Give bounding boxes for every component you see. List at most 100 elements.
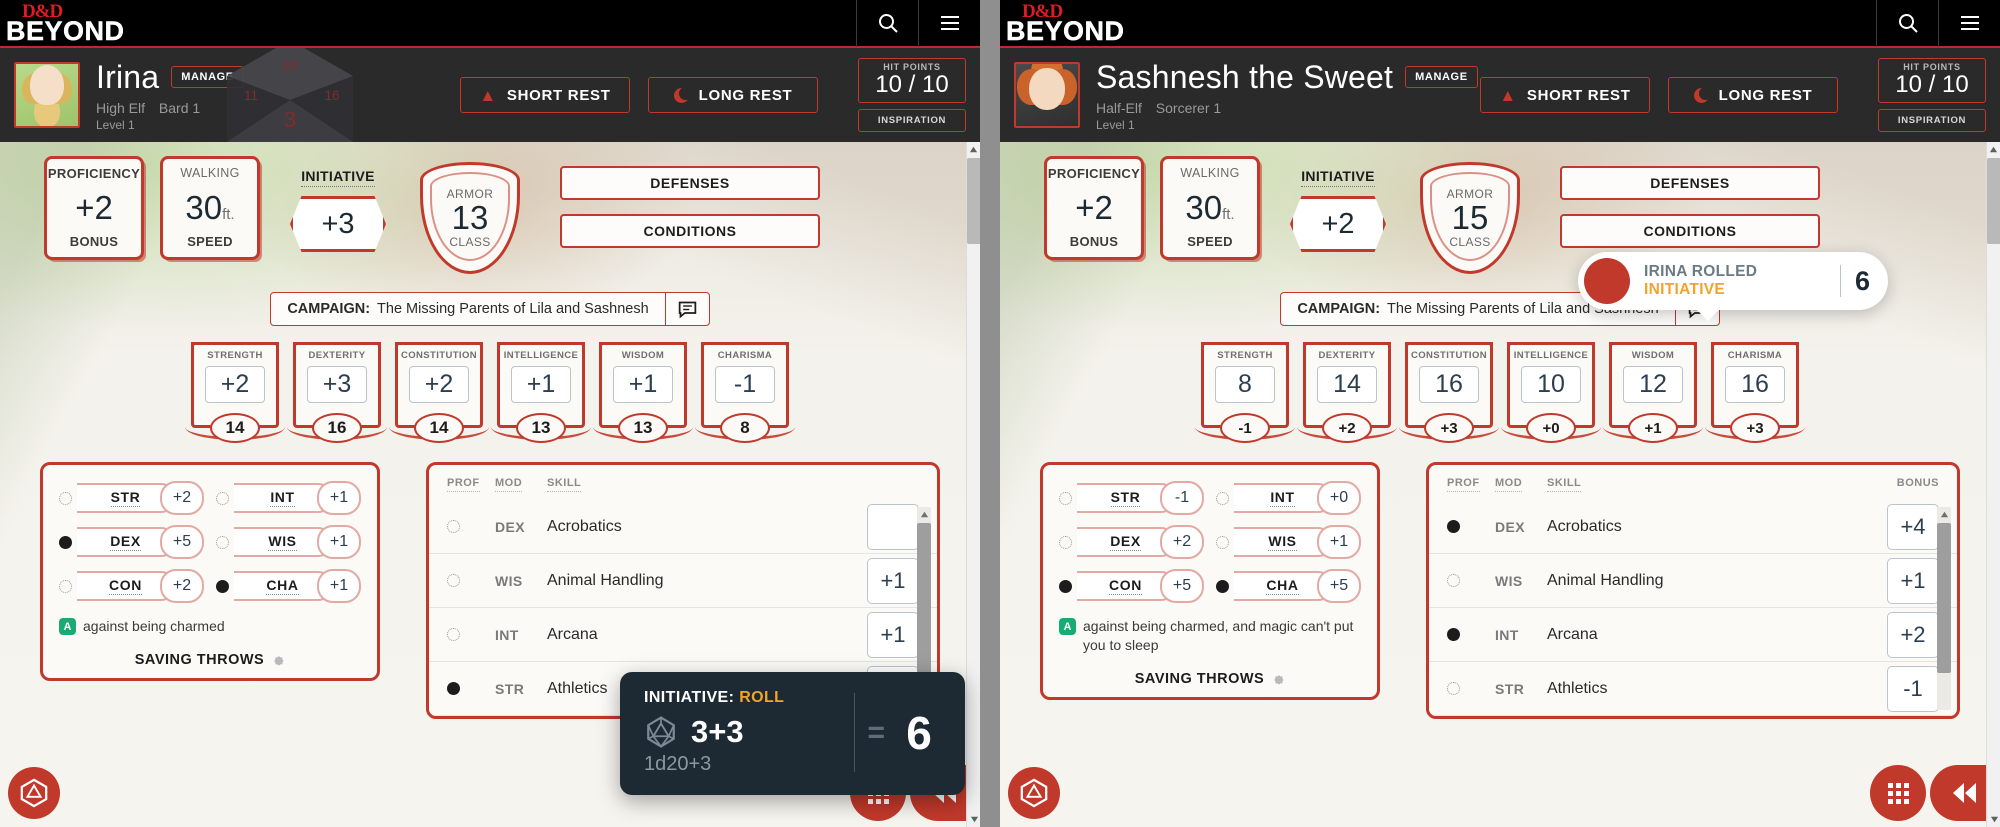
menu-button[interactable] — [1938, 0, 2000, 47]
armor-subtitle: CLASS — [449, 235, 491, 250]
save-cha[interactable]: CHA +5 — [1216, 569, 1361, 603]
table-row[interactable]: STR Athletics -1 — [1429, 662, 1957, 716]
avatar[interactable] — [1014, 62, 1080, 128]
saving-throws-footer[interactable]: SAVING THROWS — [1059, 671, 1361, 687]
conditions-button[interactable]: CONDITIONS — [560, 214, 820, 248]
long-rest-button[interactable]: LONG REST — [1668, 77, 1838, 113]
inspiration-box[interactable]: INSPIRATION — [1878, 108, 1986, 132]
gear-icon[interactable] — [271, 653, 285, 667]
defense-buttons: DEFENSES CONDITIONS — [1560, 156, 1820, 248]
short-rest-button[interactable]: ▲ SHORT REST — [460, 77, 630, 113]
initiative-block[interactable]: INITIATIVE +2 — [1290, 156, 1386, 252]
ability-dexterity[interactable]: DEXTERITY +3 16 — [287, 342, 387, 443]
dndbeyond-logo[interactable]: D&D BEYOND — [1000, 2, 1125, 45]
save-str[interactable]: STR -1 — [1059, 481, 1204, 515]
page-scroll-thumb-left[interactable] — [967, 158, 980, 244]
table-row[interactable]: WIS Animal Handling +1 — [429, 554, 937, 608]
scroll-up-arrow-icon[interactable] — [917, 507, 931, 522]
long-rest-button[interactable]: LONG REST — [648, 77, 818, 113]
skills-scroll-thumb[interactable] — [1937, 523, 1951, 673]
proficiency-dot — [447, 520, 460, 533]
save-dex[interactable]: DEX +5 — [59, 525, 204, 559]
gear-icon[interactable] — [1271, 672, 1285, 686]
svg-text:11: 11 — [244, 88, 258, 103]
armor-class-block[interactable]: ARMOR 13 CLASS — [420, 156, 526, 274]
scroll-up-arrow-icon[interactable] — [1937, 507, 1951, 522]
walking-speed-card[interactable]: WALKING 30ft. SPEED — [1160, 156, 1260, 260]
table-row[interactable]: DEX Acrobatics — [429, 500, 937, 554]
ability-intelligence[interactable]: INTELLIGENCE +1 13 — [491, 342, 591, 443]
table-row[interactable]: DEX Acrobatics +4 — [1429, 500, 1957, 554]
campaign-link[interactable]: CAMPAIGN: The Missing Parents of Lila an… — [271, 293, 664, 325]
scroll-down-arrow-icon[interactable] — [967, 812, 980, 827]
scroll-up-arrow-icon[interactable] — [1987, 142, 2000, 157]
save-str[interactable]: STR +2 — [59, 481, 204, 515]
page-scrollbar-left[interactable] — [966, 142, 980, 827]
ability-modifier: +3 — [307, 366, 367, 403]
skills-scroll-thumb[interactable] — [917, 523, 931, 673]
skill-mod: INT — [495, 626, 519, 643]
skills-scrollbar[interactable] — [1937, 507, 1951, 710]
initiative-block[interactable]: INITIATIVE +3 — [290, 156, 386, 252]
walking-speed-card[interactable]: WALKING 30ft. SPEED — [160, 156, 260, 260]
proficiency-bonus-card[interactable]: PROFICIENCY +2 BONUS — [44, 156, 144, 260]
search-button[interactable] — [856, 0, 918, 47]
table-row[interactable]: INT Arcana +2 — [1429, 608, 1957, 662]
avatar[interactable] — [14, 62, 80, 128]
skill-name: Animal Handling — [547, 571, 664, 589]
ability-charisma[interactable]: CHARISMA 16 +3 — [1705, 342, 1805, 443]
save-int[interactable]: INT +1 — [216, 481, 361, 515]
hit-points-box[interactable]: HIT POINTS 10 / 10 — [1878, 58, 1986, 103]
ability-constitution[interactable]: CONSTITUTION 16 +3 — [1399, 342, 1499, 443]
d20-icon — [647, 716, 675, 748]
save-int[interactable]: INT +0 — [1216, 481, 1361, 515]
save-con[interactable]: CON +2 — [59, 569, 204, 603]
table-row[interactable]: WIS Animal Handling +1 — [1429, 554, 1957, 608]
armor-class-block[interactable]: ARMOR 15 CLASS — [1420, 156, 1526, 274]
ability-strength[interactable]: STRENGTH +2 14 — [185, 342, 285, 443]
ability-strength[interactable]: STRENGTH 8 -1 — [1195, 342, 1295, 443]
ability-constitution[interactable]: CONSTITUTION +2 14 — [389, 342, 489, 443]
skill-name: Athletics — [1547, 679, 1608, 697]
inspiration-box[interactable]: INSPIRATION — [858, 108, 966, 132]
roll-notification-toast[interactable]: IRINA ROLLED INITIATIVE 6 — [1578, 252, 1888, 321]
defenses-button[interactable]: DEFENSES — [560, 166, 820, 200]
dice-tray-button[interactable] — [1870, 765, 1926, 821]
manage-button[interactable]: MANAGE — [171, 66, 244, 88]
defenses-button[interactable]: DEFENSES — [1560, 166, 1820, 200]
menu-button[interactable] — [918, 0, 980, 47]
scroll-up-arrow-icon[interactable] — [967, 142, 980, 157]
page-scroll-thumb-right[interactable] — [1987, 158, 2000, 244]
conditions-button[interactable]: CONDITIONS — [1560, 214, 1820, 248]
save-con[interactable]: CON +5 — [1059, 569, 1204, 603]
ability-charisma[interactable]: CHARISMA -1 8 — [695, 342, 795, 443]
save-dex[interactable]: DEX +2 — [1059, 525, 1204, 559]
save-abbr: STR — [1110, 489, 1141, 507]
page-scrollbar-right[interactable] — [1986, 142, 2000, 827]
dice-roller-fab-left[interactable] — [8, 767, 60, 819]
ability-wisdom[interactable]: WISDOM 12 +1 — [1603, 342, 1703, 443]
ability-name: CONSTITUTION — [400, 350, 478, 361]
dndbeyond-logo[interactable]: D&D BEYOND — [0, 2, 125, 45]
saving-throws-footer[interactable]: SAVING THROWS — [59, 652, 361, 668]
hit-points-box[interactable]: HIT POINTS 10 / 10 — [858, 58, 966, 103]
scroll-down-arrow-icon[interactable] — [1987, 812, 2000, 827]
search-icon — [878, 14, 898, 33]
campaign-chat-button[interactable] — [664, 293, 709, 325]
table-row[interactable]: INT Arcana +1 — [429, 608, 937, 662]
manage-button[interactable]: MANAGE — [1405, 66, 1478, 88]
short-rest-button[interactable]: ▲ SHORT REST — [1480, 77, 1650, 113]
save-wis[interactable]: WIS +1 — [1216, 525, 1361, 559]
save-abbr: CHA — [266, 577, 299, 595]
proficiency-dot — [216, 535, 229, 549]
search-button[interactable] — [1876, 0, 1938, 47]
proficiency-bonus-card[interactable]: PROFICIENCY +2 BONUS — [1044, 156, 1144, 260]
save-cha[interactable]: CHA +1 — [216, 569, 361, 603]
ability-dexterity[interactable]: DEXTERITY 14 +2 — [1297, 342, 1397, 443]
dice-roller-fab-right[interactable] — [1008, 767, 1060, 819]
moon-icon — [1693, 86, 1712, 103]
save-wis[interactable]: WIS +1 — [216, 525, 361, 559]
saving-throws-label: SAVING THROWS — [1134, 670, 1265, 687]
ability-wisdom[interactable]: WISDOM +1 13 — [593, 342, 693, 443]
ability-intelligence[interactable]: INTELLIGENCE 10 +0 — [1501, 342, 1601, 443]
